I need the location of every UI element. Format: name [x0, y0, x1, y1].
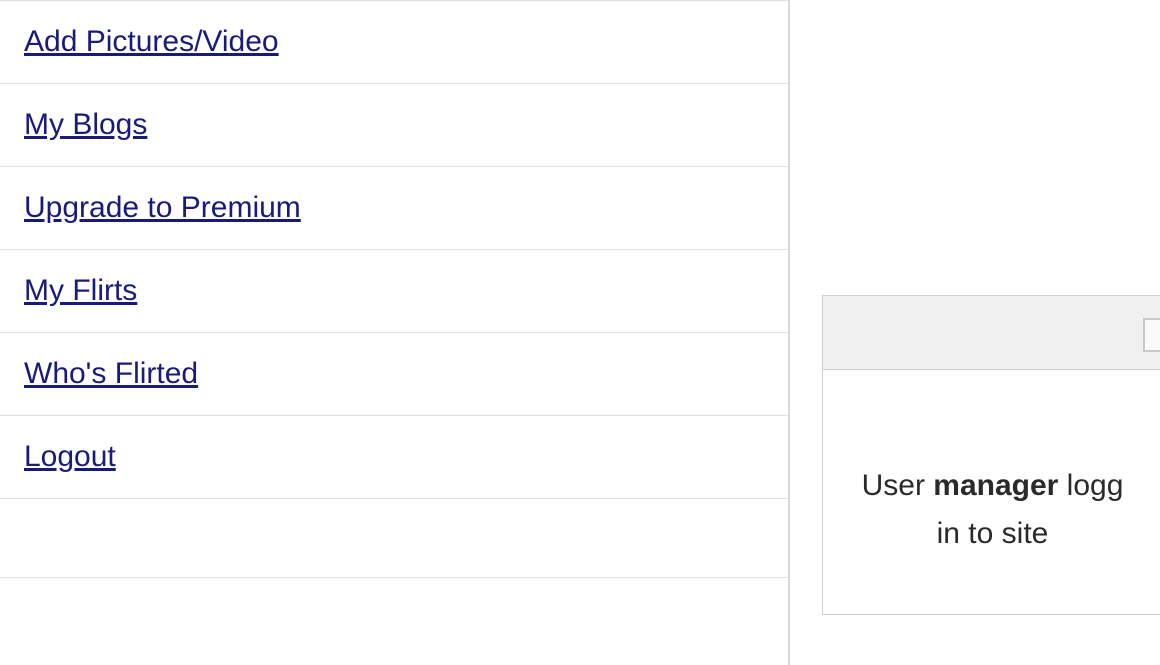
menu-item-my-flirts: My Flirts: [0, 249, 788, 333]
menu-item-whos-flirted: Who's Flirted: [0, 332, 788, 416]
menu-item-logout: Logout: [0, 415, 788, 499]
notification-text-line2: in to site: [937, 517, 1049, 550]
notification-username: manager: [933, 469, 1058, 502]
notification-header: [822, 295, 1160, 370]
empty-menu-row: [0, 498, 788, 578]
link-my-flirts[interactable]: My Flirts: [24, 274, 137, 307]
menu-item-add-pictures: Add Pictures/Video: [0, 0, 788, 84]
link-add-pictures-video[interactable]: Add Pictures/Video: [24, 25, 279, 58]
menu-item-upgrade: Upgrade to Premium: [0, 166, 788, 250]
notification-close-button[interactable]: [1143, 318, 1160, 352]
sidebar-menu: Add Pictures/Video My Blogs Upgrade to P…: [0, 0, 790, 665]
link-logout[interactable]: Logout: [24, 440, 116, 473]
menu-item-my-blogs: My Blogs: [0, 83, 788, 167]
notification-body: User manager logg in to site: [822, 370, 1160, 615]
notification-text-suffix1: logg: [1058, 469, 1123, 502]
notification-text-prefix: User: [862, 469, 934, 502]
link-whos-flirted[interactable]: Who's Flirted: [24, 357, 198, 390]
link-upgrade-premium[interactable]: Upgrade to Premium: [24, 191, 301, 224]
link-my-blogs[interactable]: My Blogs: [24, 108, 147, 141]
notification-panel: User manager logg in to site: [822, 295, 1160, 615]
